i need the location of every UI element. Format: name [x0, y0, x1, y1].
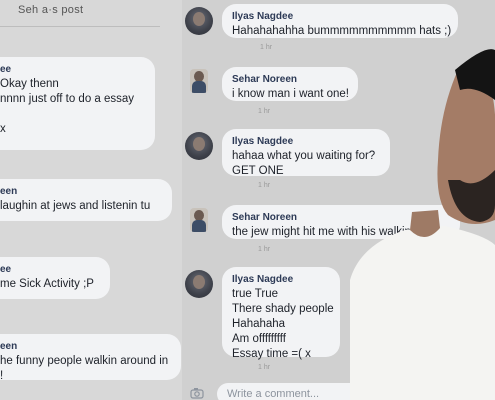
message-timestamp[interactable]: 1 hr — [260, 44, 272, 51]
left-message-author: ee — [0, 264, 12, 275]
message-bubble: Ilyas Nagdee true True There shady peopl… — [222, 267, 340, 360]
left-message-bubble: ee me Sick Activity ;P — [0, 257, 110, 299]
left-message-author: een — [0, 341, 18, 352]
header-divider — [0, 26, 160, 27]
message-timestamp[interactable]: 1 hr — [258, 364, 270, 371]
message-text: Hahahaha — [232, 318, 286, 330]
left-message-bubble: ee Okay thenn nnnn just off to do a essa… — [0, 57, 155, 150]
message-bubble: Sehar Noreen i know man i want one! — [222, 67, 358, 101]
message-text: There shady people — [232, 303, 334, 315]
avatar[interactable] — [185, 132, 213, 160]
message-author[interactable]: Ilyas Nagdee — [232, 11, 293, 22]
message-text: Am offfffffff — [232, 333, 286, 345]
avatar[interactable] — [190, 208, 208, 232]
avatar[interactable] — [185, 270, 213, 298]
message-timestamp[interactable]: 1 hr — [258, 108, 270, 115]
left-message-bubble: een he funny people walkin around in ! — [0, 334, 181, 382]
message-author[interactable]: Ilyas Nagdee — [232, 136, 293, 147]
message-text: i know man i want one! — [232, 88, 349, 100]
message-timestamp[interactable]: 1 hr — [258, 246, 270, 253]
left-message-line: ! — [0, 370, 4, 382]
left-message-line: laughin at jews and listenin tu — [0, 200, 151, 212]
message-text: Essay time =( x — [232, 348, 311, 360]
left-message-line: he funny people walkin around in — [0, 355, 169, 367]
left-message-author: een — [0, 186, 18, 197]
left-message-line: x — [0, 123, 6, 135]
left-message-line: nnnn just off to do a essay — [0, 93, 135, 105]
message-author[interactable]: Sehar Noreen — [232, 212, 297, 223]
camera-icon[interactable] — [190, 387, 204, 399]
avatar[interactable] — [185, 7, 213, 35]
left-message-line: Okay thenn — [0, 78, 59, 90]
message-text: true True — [232, 288, 279, 300]
message-timestamp[interactable]: 1 hr — [258, 182, 270, 189]
left-message-bubble: een laughin at jews and listenin tu — [0, 179, 172, 221]
message-author[interactable]: Ilyas Nagdee — [232, 274, 293, 285]
avatar[interactable] — [190, 69, 208, 93]
message-author[interactable]: Sehar Noreen — [232, 74, 297, 85]
left-message-author: ee — [0, 64, 12, 75]
left-message-line: me Sick Activity ;P — [0, 278, 94, 290]
left-message-line — [0, 107, 145, 122]
post-header: Seh a·s post — [18, 4, 84, 16]
person-photo — [350, 49, 495, 400]
